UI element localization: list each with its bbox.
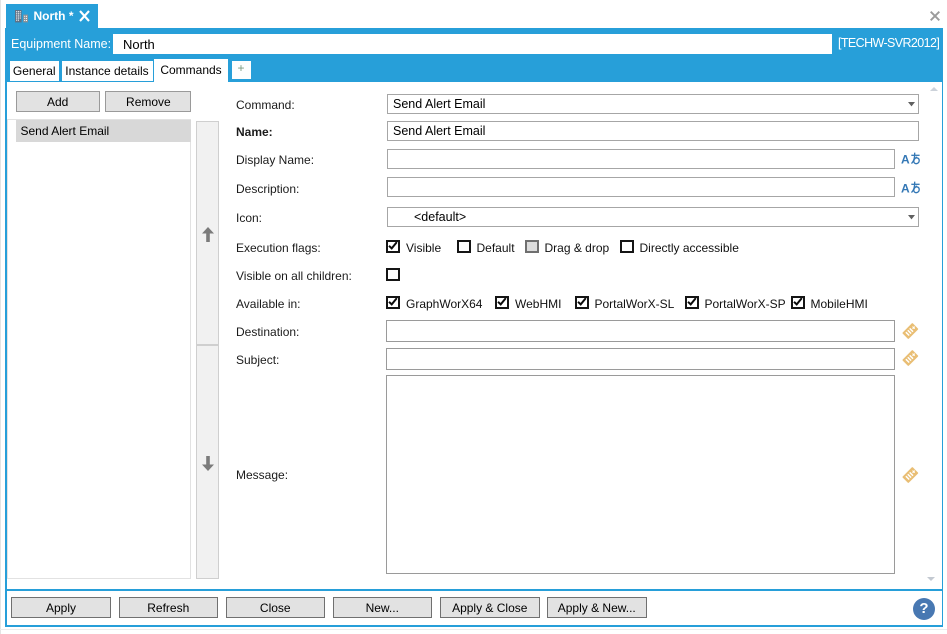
svg-text:A: A bbox=[901, 182, 910, 196]
svg-text:A: A bbox=[901, 153, 910, 167]
